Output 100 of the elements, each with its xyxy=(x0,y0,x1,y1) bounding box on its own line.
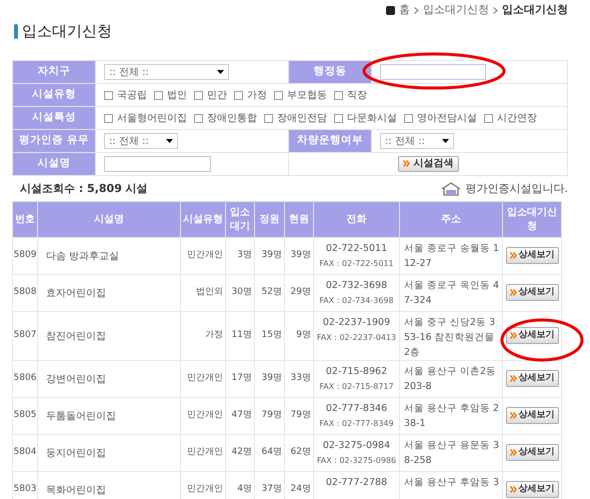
table-cell: 5803 xyxy=(12,472,38,499)
table-cell: 39명 xyxy=(284,238,314,274)
field-label: 자치구 xyxy=(12,60,96,84)
double-chevron-icon xyxy=(510,252,516,260)
address-text: 서울 중구 신당2동 353-16 참진학원건물 2층 xyxy=(404,316,496,360)
checkbox[interactable] xyxy=(104,90,113,100)
breadcrumb-link[interactable]: 입소대기신청 xyxy=(423,2,489,18)
table-cell: 효자어린이집 xyxy=(38,274,180,312)
double-chevron-icon xyxy=(510,449,516,456)
checkbox-label: 부모협동 xyxy=(287,88,327,102)
table-cell: 5809 xyxy=(12,238,38,274)
checkbox[interactable] xyxy=(274,90,283,100)
column-header: 전화 xyxy=(314,202,400,238)
table-cell: 민간개인 xyxy=(180,434,226,472)
detail-button[interactable]: 상세보기 xyxy=(506,444,558,462)
caret-icon xyxy=(166,139,173,143)
double-chevron-icon xyxy=(510,289,516,296)
table-cell: 30명 xyxy=(226,274,254,312)
table-cell: 두툼돌어린이집 xyxy=(38,398,180,434)
column-header: 시설명 xyxy=(38,202,180,238)
checkbox-label: 다문화시설 xyxy=(347,112,397,126)
checkbox-label: 법인 xyxy=(167,88,187,102)
checkbox[interactable] xyxy=(194,114,203,122)
home-icon xyxy=(386,6,395,14)
phone-number: 02-2237-1909 xyxy=(322,316,392,330)
caret-icon xyxy=(442,139,449,143)
detail-button[interactable]: 상세보기 xyxy=(506,370,558,388)
table-cell: 79명 xyxy=(254,398,284,434)
address-text: 서울 용산구 후암동 238-1 xyxy=(404,402,500,431)
table-cell: 15명 xyxy=(254,312,284,360)
field-label: 시설특성 xyxy=(12,106,96,130)
phone-number: 02-777-8346 xyxy=(324,402,388,416)
checkbox[interactable] xyxy=(194,90,203,100)
checkbox[interactable] xyxy=(334,114,343,122)
checkbox-label: 장애인통합 xyxy=(207,112,257,126)
legend-text: 평가인증시설입니다. xyxy=(466,180,568,197)
dropdown[interactable]: :: 전체 :: xyxy=(104,64,229,80)
house-icon xyxy=(440,182,462,196)
checkbox-label: 직장 xyxy=(347,88,367,102)
address-text: 서울 용산구 이촌2동 203-8 xyxy=(404,365,498,394)
double-chevron-icon xyxy=(510,332,516,340)
checkbox-label: 영아전담시설 xyxy=(417,112,477,126)
chevron-right-icon xyxy=(493,6,498,14)
detail-button[interactable]: 상세보기 xyxy=(506,407,558,424)
address-text: 서울 용산구 용문동 38-258 xyxy=(404,439,500,468)
checkbox[interactable] xyxy=(404,114,413,122)
checkbox-label: 가정 xyxy=(247,88,267,102)
field-label: 차량운행여부 xyxy=(288,130,372,152)
dropdown[interactable]: :: 전체 :: xyxy=(380,133,454,149)
table-cell: 64명 xyxy=(254,434,284,472)
fax-number: FAX : 02-734-3698 xyxy=(318,295,395,307)
table-cell: 가정 xyxy=(180,312,226,360)
table-cell: 5806 xyxy=(12,360,38,398)
checkbox[interactable] xyxy=(234,90,243,100)
table-cell: 29명 xyxy=(284,274,314,312)
table-cell: 9명 xyxy=(284,312,314,360)
detail-button[interactable]: 상세보기 xyxy=(506,327,558,344)
table-cell: 42명 xyxy=(226,434,254,472)
table-cell: 52명 xyxy=(254,274,284,312)
table-cell: 47명 xyxy=(226,398,254,434)
search-button[interactable]: 시설검색 xyxy=(398,156,458,172)
breadcrumb-link[interactable]: 홈 xyxy=(399,2,410,18)
checkbox[interactable] xyxy=(104,114,113,122)
fax-number: FAX : 02-722-5011 xyxy=(318,258,395,270)
text-field[interactable] xyxy=(104,156,211,172)
table-cell: 둥지어린이집 xyxy=(38,434,180,472)
column-header: 주소 xyxy=(400,202,502,238)
fax-number: FAX : 02-715-8717 xyxy=(318,381,395,393)
column-header: 시설유형 xyxy=(180,202,226,238)
text-field[interactable] xyxy=(380,64,486,80)
table-cell: 5807 xyxy=(12,312,38,360)
dropdown[interactable]: :: 전체 :: xyxy=(104,133,178,149)
caret-icon xyxy=(217,70,224,74)
table-cell: 민간개인 xyxy=(180,398,226,434)
table-cell: 5808 xyxy=(12,274,38,312)
breadcrumb-link[interactable]: 입소대기신청 xyxy=(502,2,568,18)
table-cell: 다솜 방과후교실 xyxy=(38,238,180,274)
fax-number: FAX : 02-777-8349 xyxy=(318,418,395,430)
phone-number: 02-3275-0984 xyxy=(322,439,392,453)
column-header: 현원 xyxy=(284,202,314,238)
table-cell: 5804 xyxy=(12,434,38,472)
column-header: 번호 xyxy=(12,202,38,238)
table-cell: 민간개인 xyxy=(180,360,226,398)
page-title: 입소대기신청 xyxy=(22,20,112,42)
double-chevron-icon xyxy=(402,160,410,167)
checkbox[interactable] xyxy=(154,90,163,100)
checkbox-label: 민간 xyxy=(207,88,227,102)
table-cell: 민간개인 xyxy=(180,238,226,274)
table-cell: 79명 xyxy=(284,398,314,434)
phone-number: 02-722-5011 xyxy=(324,242,388,256)
checkbox[interactable] xyxy=(264,114,273,122)
detail-button[interactable]: 상세보기 xyxy=(506,284,558,302)
checkbox[interactable] xyxy=(484,114,493,122)
table-cell: 39명 xyxy=(254,238,284,274)
detail-button[interactable]: 상세보기 xyxy=(506,481,558,498)
detail-button[interactable]: 상세보기 xyxy=(506,247,558,264)
checkbox-label: 시간연장 xyxy=(497,112,537,126)
table-cell: 62명 xyxy=(284,434,314,472)
checkbox-label: 서울형어린이집 xyxy=(117,112,187,126)
checkbox[interactable] xyxy=(334,90,343,100)
